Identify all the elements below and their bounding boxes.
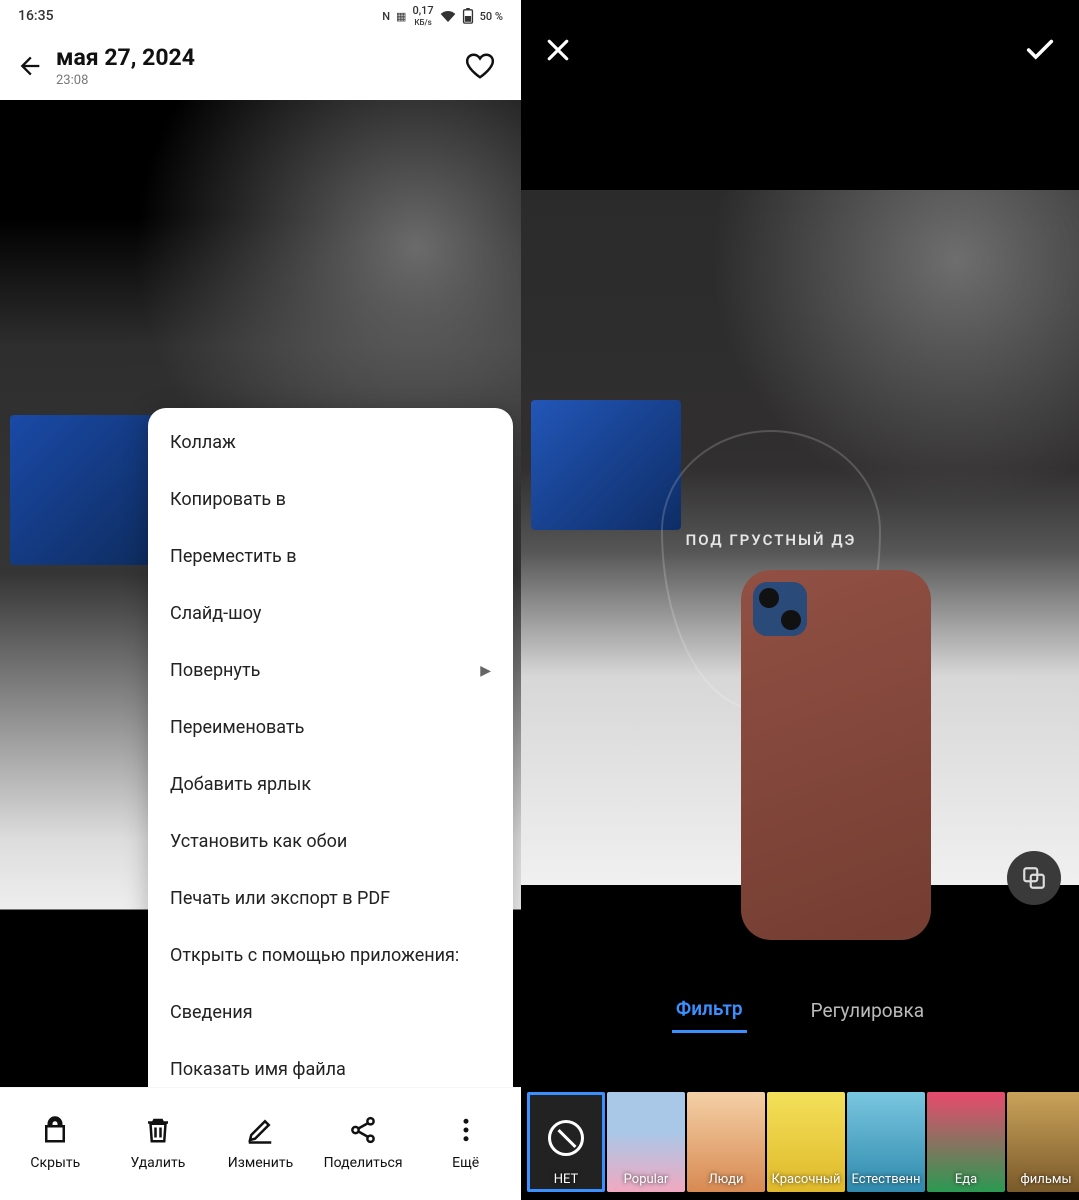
menu-collage[interactable]: Коллаж xyxy=(148,414,513,471)
status-clock: 16:35 xyxy=(18,8,54,24)
action-hide[interactable]: Скрыть xyxy=(4,1115,107,1171)
filter-strip[interactable]: НЕТ Popular Люди Красочный Естественн Ед… xyxy=(521,1045,1079,1200)
filter-colorful[interactable]: Красочный xyxy=(767,1092,845,1192)
edit-icon xyxy=(245,1115,275,1145)
trash-icon xyxy=(143,1115,173,1145)
menu-details[interactable]: Сведения xyxy=(148,984,513,1041)
action-edit[interactable]: Изменить xyxy=(209,1115,312,1171)
close-icon xyxy=(543,35,573,65)
menu-rename[interactable]: Переименовать xyxy=(148,699,513,756)
menu-set-wallpaper[interactable]: Установить как обои xyxy=(148,813,513,870)
action-more-label: Ещё xyxy=(452,1155,479,1171)
editor-photo-content: ПОД ГРУСТНЫЙ ДЭ xyxy=(521,190,1079,885)
editor-tabs: Фильтр Регулировка xyxy=(521,975,1079,1045)
compare-icon xyxy=(1021,865,1047,891)
photo-time: 23:08 xyxy=(56,73,465,88)
wifi-icon xyxy=(440,10,456,22)
battery-icon xyxy=(462,8,474,24)
check-icon xyxy=(1023,33,1057,67)
more-vertical-icon xyxy=(451,1115,481,1145)
menu-rotate[interactable]: Повернуть▶ xyxy=(148,642,513,699)
menu-copy-to[interactable]: Копировать в xyxy=(148,471,513,528)
share-icon xyxy=(348,1115,378,1145)
net-speed: 0,17 КБ/s xyxy=(412,5,433,27)
menu-print-export-pdf[interactable]: Печать или экспорт в PDF xyxy=(148,870,513,927)
filter-none[interactable]: НЕТ xyxy=(527,1092,605,1192)
action-hide-label: Скрыть xyxy=(30,1155,80,1171)
chevron-right-icon: ▶ xyxy=(480,663,491,679)
battery-pct: 50 % xyxy=(480,10,503,23)
menu-show-filename[interactable]: Показать имя файла xyxy=(148,1041,513,1087)
filter-natural[interactable]: Естественн xyxy=(847,1092,925,1192)
action-share[interactable]: Поделиться xyxy=(312,1115,415,1171)
vibrate-icon: ▦ xyxy=(396,10,406,23)
more-options-menu: Коллаж Копировать в Переместить в Слайд-… xyxy=(148,408,513,1087)
nfc-icon: N xyxy=(382,10,390,23)
gallery-viewer-pane: 16:35 N ▦ 0,17 КБ/s 50 % мая 27, 2024 23… xyxy=(0,0,521,1200)
photo-title-block: мая 27, 2024 23:08 xyxy=(56,44,465,88)
phone-camera-module xyxy=(753,582,807,636)
filter-people[interactable]: Люди xyxy=(687,1092,765,1192)
tab-filter[interactable]: Фильтр xyxy=(672,987,747,1033)
action-more[interactable]: Ещё xyxy=(414,1115,517,1171)
filter-food[interactable]: Еда xyxy=(927,1092,1005,1192)
editor-header xyxy=(521,0,1079,100)
filter-popular[interactable]: Popular xyxy=(607,1092,685,1192)
menu-open-with[interactable]: Открыть с помощью приложения: xyxy=(148,927,513,984)
menu-add-shortcut[interactable]: Добавить ярлык xyxy=(148,756,513,813)
tab-adjust[interactable]: Регулировка xyxy=(807,989,928,1032)
filter-movies[interactable]: фильмы xyxy=(1007,1092,1079,1192)
heart-icon xyxy=(465,51,495,81)
lock-icon xyxy=(40,1115,70,1145)
arrow-left-icon xyxy=(16,52,44,80)
tv-in-photo xyxy=(10,415,170,565)
status-icons: N ▦ 0,17 КБ/s 50 % xyxy=(382,5,503,27)
phone-in-photo xyxy=(741,570,931,940)
menu-slideshow[interactable]: Слайд-шоу xyxy=(148,585,513,642)
photo-editor-pane: ПОД ГРУСТНЫЙ ДЭ Фильтр Регулировка НЕТ P… xyxy=(521,0,1079,1200)
close-editor-button[interactable] xyxy=(543,35,573,65)
action-delete-label: Удалить xyxy=(130,1155,185,1171)
action-delete[interactable]: Удалить xyxy=(107,1115,210,1171)
photo-date: мая 27, 2024 xyxy=(56,44,465,71)
viewer-bottom-bar: Скрыть Удалить Изменить Поделиться Ещё xyxy=(0,1087,521,1200)
back-button[interactable] xyxy=(16,52,56,80)
action-share-label: Поделиться xyxy=(324,1155,403,1171)
apply-editor-button[interactable] xyxy=(1023,33,1057,67)
compare-original-button[interactable] xyxy=(1007,851,1061,905)
glass-inscription: ПОД ГРУСТНЫЙ ДЭ xyxy=(686,531,857,549)
no-filter-icon xyxy=(548,1120,584,1156)
editor-canvas[interactable]: ПОД ГРУСТНЫЙ ДЭ xyxy=(521,100,1079,975)
status-bar: 16:35 N ▦ 0,17 КБ/s 50 % xyxy=(0,0,521,32)
viewer-header: мая 27, 2024 23:08 xyxy=(0,32,521,100)
favorite-button[interactable] xyxy=(465,51,505,81)
menu-move-to[interactable]: Переместить в xyxy=(148,528,513,585)
action-edit-label: Изменить xyxy=(228,1155,293,1171)
tv-in-photo xyxy=(531,400,681,530)
